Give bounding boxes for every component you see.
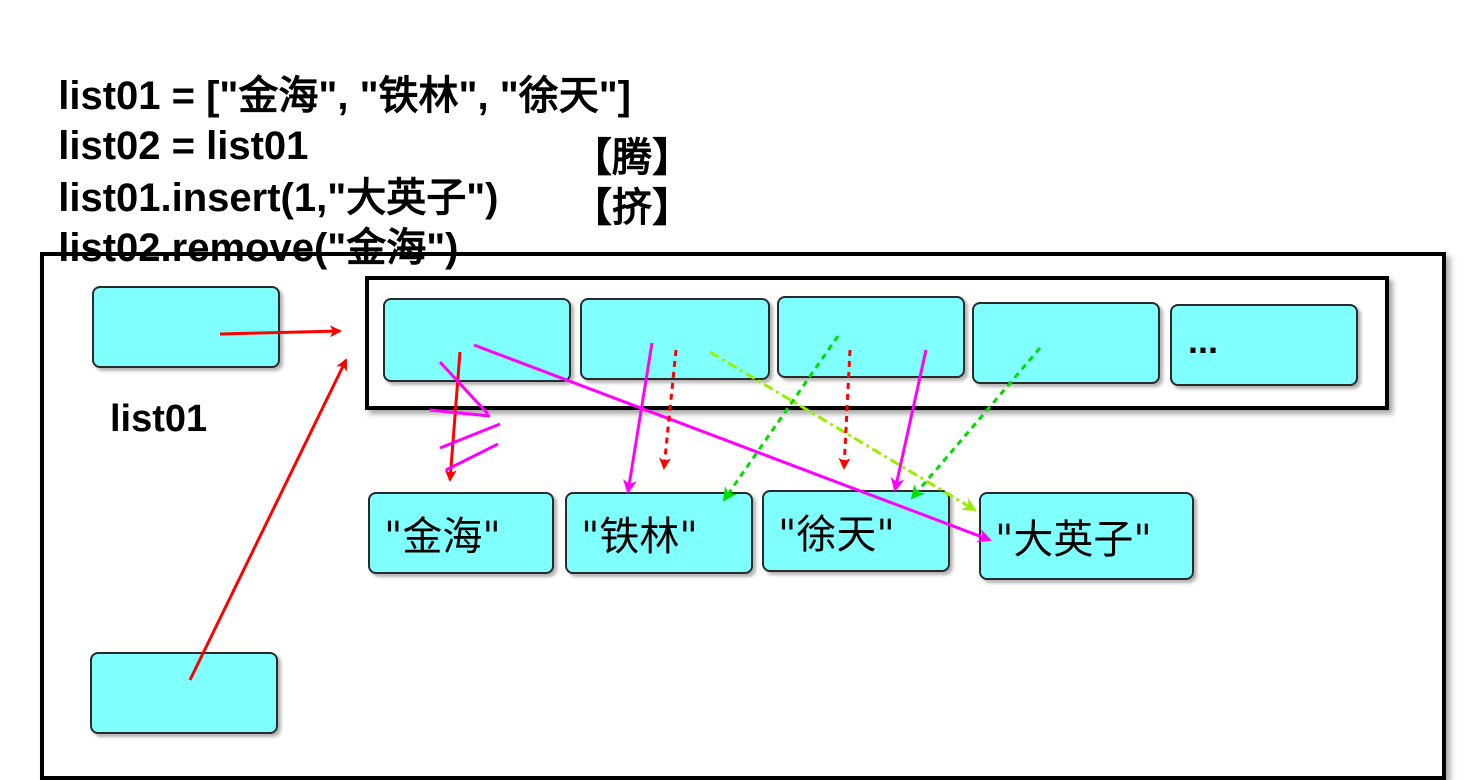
var-label-list01: list01 xyxy=(110,398,208,440)
ellipsis-text: ... xyxy=(1188,320,1219,361)
note-ji: 【挤】 xyxy=(572,186,692,230)
value-text-1: "铁林" xyxy=(581,514,698,560)
list-slot-4: ... xyxy=(1170,304,1358,386)
var-box-list01 xyxy=(92,286,280,368)
value-text-3: "大英子" xyxy=(995,517,1152,563)
list-slot-1 xyxy=(580,298,770,380)
value-text-2: "徐天" xyxy=(778,512,895,558)
list-slot-3 xyxy=(972,302,1160,384)
list-slot-2 xyxy=(777,296,965,378)
list-slot-0 xyxy=(383,298,571,382)
var-box-list02 xyxy=(90,652,278,734)
value-box-3: "大英子" xyxy=(979,492,1194,580)
note-teng: 【腾】 xyxy=(572,136,692,180)
value-box-1: "铁林" xyxy=(565,492,753,574)
value-text-0: "金海" xyxy=(384,514,501,560)
value-box-2: "徐天" xyxy=(762,490,950,572)
value-box-0: "金海" xyxy=(368,492,554,574)
